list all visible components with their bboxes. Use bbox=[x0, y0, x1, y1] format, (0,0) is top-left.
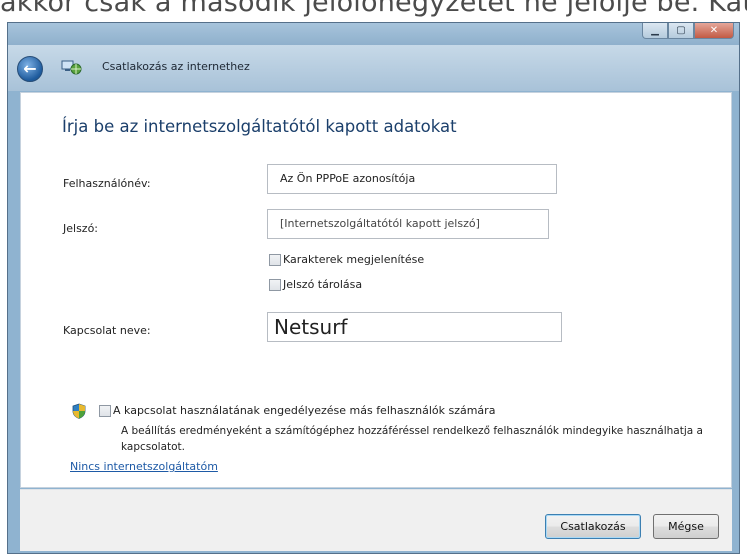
allow-other-users-checkbox[interactable] bbox=[99, 404, 111, 417]
connect-button[interactable]: Csatlakozás bbox=[545, 514, 641, 539]
minimize-button[interactable]: ▁ bbox=[642, 23, 668, 39]
allow-other-users-description: A beállítás eredményeként a számítógéphe… bbox=[121, 425, 703, 453]
connection-name-field[interactable]: Netsurf bbox=[267, 312, 562, 342]
background-caption-text: akkor csak a második jelölőnégyzetet ne … bbox=[0, 0, 747, 18]
password-label: Jelszó: bbox=[63, 222, 99, 235]
allow-other-users-label: A kapcsolat használatának engedélyezése … bbox=[113, 404, 496, 417]
cancel-button[interactable]: Mégse bbox=[653, 514, 719, 539]
username-field[interactable]: Az Ön PPPoE azonosítója bbox=[267, 164, 557, 194]
remember-password-checkbox[interactable] bbox=[269, 278, 281, 291]
wizard-footer: Csatlakozás Mégse bbox=[20, 489, 732, 551]
show-characters-checkbox-row[interactable]: Karakterek megjelenítése bbox=[269, 253, 424, 266]
remember-password-label: Jelszó tárolása bbox=[283, 278, 363, 291]
connect-to-internet-window: ▁ ▢ ✕ ← Csatlakozás az internethez Írja … bbox=[7, 22, 740, 554]
username-label: Felhasználónév: bbox=[63, 177, 151, 190]
network-connection-icon bbox=[60, 58, 82, 78]
maximize-button[interactable]: ▢ bbox=[668, 23, 694, 39]
close-button[interactable]: ✕ bbox=[694, 23, 734, 39]
allow-other-users-checkbox-row[interactable]: A kapcsolat használatának engedélyezése … bbox=[99, 404, 495, 417]
remember-password-checkbox-row[interactable]: Jelszó tárolása bbox=[269, 278, 362, 291]
title-bar: ▁ ▢ ✕ bbox=[8, 23, 739, 45]
shield-icon bbox=[72, 403, 86, 419]
password-field[interactable]: [Internetszolgáltatótól kapott jelszó] bbox=[267, 209, 549, 239]
no-isp-link[interactable]: Nincs internetszolgáltatóm bbox=[70, 460, 218, 473]
back-arrow-icon[interactable]: ← bbox=[17, 56, 43, 82]
wizard-content: Írja be az internetszolgáltatótól kapott… bbox=[20, 92, 732, 488]
window-controls: ▁ ▢ ✕ bbox=[642, 23, 734, 39]
show-characters-checkbox[interactable] bbox=[269, 253, 281, 266]
show-characters-label: Karakterek megjelenítése bbox=[283, 253, 425, 266]
connection-name-label: Kapcsolat neve: bbox=[63, 324, 151, 337]
page-heading: Írja be az internetszolgáltatótól kapott… bbox=[62, 117, 457, 136]
navigation-bar: ← Csatlakozás az internethez bbox=[8, 45, 739, 91]
wizard-title: Csatlakozás az internethez bbox=[102, 60, 250, 73]
